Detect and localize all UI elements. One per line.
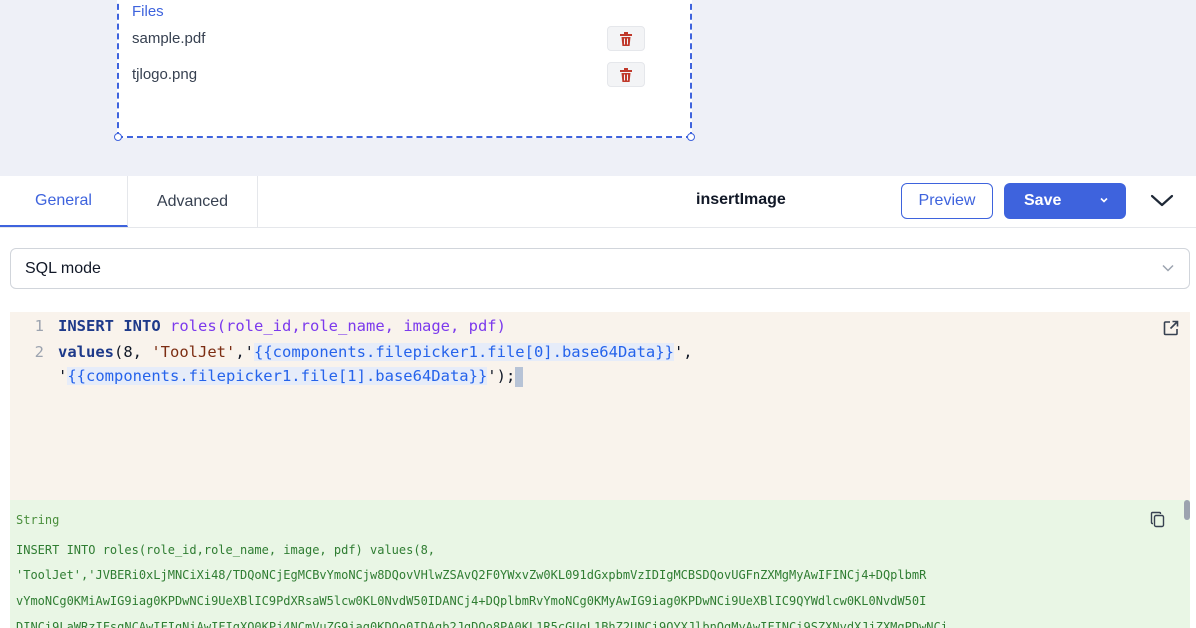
sql-mode-label: SQL mode bbox=[25, 260, 101, 277]
file-row: sample.pdf bbox=[132, 26, 646, 52]
text-cursor bbox=[515, 366, 524, 387]
template-expression: {{components.filepicker1.file[1].base64D… bbox=[67, 367, 488, 385]
trash-icon bbox=[620, 67, 632, 82]
sql-text: ' bbox=[58, 367, 68, 385]
file-name: tjlogo.png bbox=[132, 66, 198, 83]
preview-button[interactable]: Preview bbox=[901, 183, 993, 219]
filepicker-widget[interactable]: Files sample.pdf tjlogo.png bbox=[114, 0, 695, 141]
copy-icon[interactable] bbox=[1150, 511, 1166, 529]
sql-string: 'ToolJet' bbox=[151, 343, 236, 361]
app-canvas: Files sample.pdf tjlogo.png bbox=[0, 0, 1196, 176]
collapse-panel-icon[interactable] bbox=[1148, 189, 1176, 213]
preview-line: 'ToolJet','JVBERi0xLjMNCiXi48/TDQoNCjEgM… bbox=[16, 568, 927, 582]
save-button[interactable]: Save bbox=[1004, 183, 1126, 219]
code-line: 1 INSERT INTO roles(role_id,role_name, im… bbox=[10, 314, 506, 338]
tab-general[interactable]: General bbox=[0, 176, 128, 227]
expand-editor-icon[interactable] bbox=[1162, 319, 1180, 337]
resize-handle[interactable] bbox=[114, 133, 122, 141]
template-expression: {{components.filepicker1.file[0].base64D… bbox=[254, 343, 674, 361]
sql-text: (8, bbox=[114, 343, 152, 361]
tab-advanced[interactable]: Advanced bbox=[128, 176, 258, 227]
sql-text: ,' bbox=[235, 343, 254, 361]
preview-line: vYmoNCg0KMiAwIG9iag0KPDwNCi9UeXBlIC9PdXR… bbox=[16, 594, 927, 608]
sql-keyword: values bbox=[58, 343, 114, 361]
code-line: '{{components.filepicker1.file[1].base64… bbox=[10, 364, 524, 388]
preview-line: INSERT INTO roles(role_id,role_name, ima… bbox=[16, 543, 436, 557]
sql-columns: (role_id,role_name, image, pdf) bbox=[216, 317, 506, 335]
sql-keyword: INSERT bbox=[58, 317, 114, 335]
query-preview: String INSERT INTO roles(role_id,role_na… bbox=[10, 500, 1190, 628]
trash-icon bbox=[620, 31, 632, 46]
sql-text: ', bbox=[673, 343, 693, 361]
sql-identifier: roles bbox=[170, 317, 217, 335]
preview-line: DINCi9LaWRzIFsgNCAwIFIgNiAwIFIgXQ0KPj4NC… bbox=[16, 620, 948, 628]
query-name[interactable]: insertImage bbox=[696, 191, 786, 209]
chevron-down-icon[interactable] bbox=[1098, 194, 1110, 206]
resize-handle[interactable] bbox=[687, 133, 695, 141]
sql-editor[interactable]: 1 INSERT INTO roles(role_id,role_name, im… bbox=[10, 312, 1190, 500]
delete-file-button[interactable] bbox=[607, 62, 645, 87]
delete-file-button[interactable] bbox=[607, 26, 645, 51]
sql-text: '); bbox=[487, 367, 516, 385]
line-number: 1 bbox=[34, 317, 44, 335]
chevron-down-icon bbox=[1162, 264, 1174, 272]
preview-type-label: String bbox=[16, 513, 60, 527]
preview-scrollbar[interactable] bbox=[1184, 500, 1190, 628]
file-name: sample.pdf bbox=[132, 30, 206, 47]
code-line: 2 values(8, 'ToolJet','{{components.filep… bbox=[10, 340, 693, 364]
files-title: Files bbox=[132, 3, 164, 20]
sql-keyword: INTO bbox=[123, 317, 161, 335]
sql-mode-select[interactable]: SQL mode bbox=[10, 248, 1190, 289]
scrollbar-thumb[interactable] bbox=[1184, 500, 1190, 520]
line-number: 2 bbox=[34, 343, 44, 361]
file-row: tjlogo.png bbox=[132, 62, 646, 88]
query-panel-header: General Advanced insertImage Preview Sav… bbox=[0, 176, 1196, 228]
save-button-label: Save bbox=[1024, 192, 1062, 209]
